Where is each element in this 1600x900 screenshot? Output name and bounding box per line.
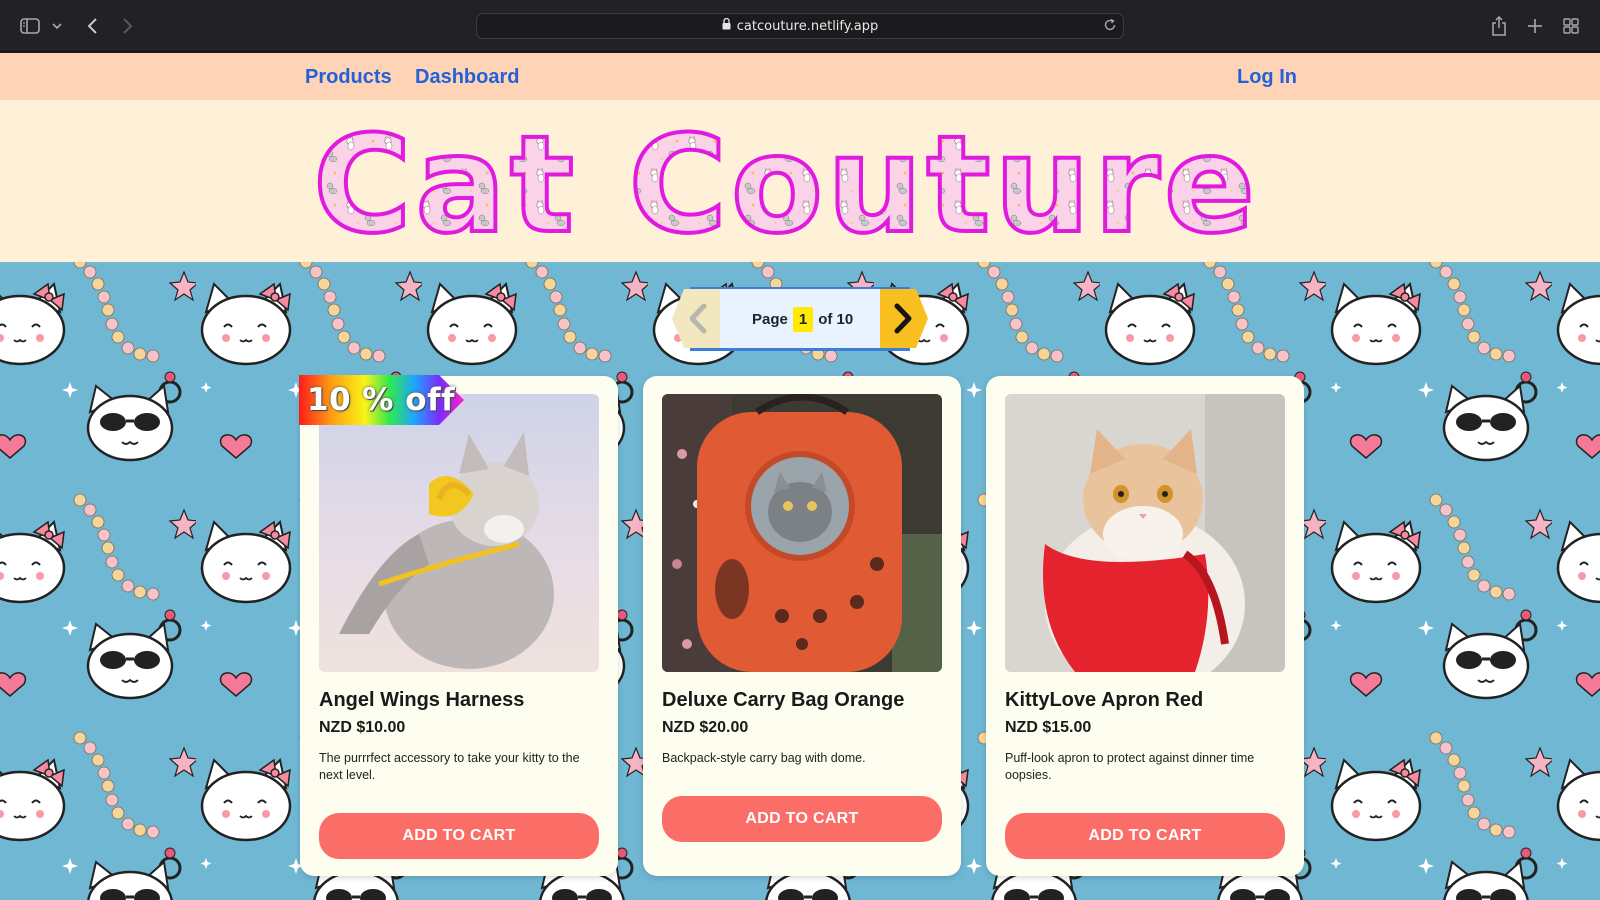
lock-icon — [722, 17, 731, 34]
add-to-cart-button[interactable]: ADD TO CART — [319, 813, 599, 859]
discount-badge: 10 % off — [299, 375, 464, 425]
pagination-label: Page 1 of 10 — [752, 305, 853, 333]
nav-dashboard-link[interactable]: Dashboard — [415, 66, 519, 89]
product-image-carry-bag[interactable] — [662, 394, 942, 672]
browser-toolbar: catcouture.netlify.app — [0, 0, 1600, 52]
discount-text: 10 % off — [307, 382, 456, 418]
product-name[interactable]: Deluxe Carry Bag Orange — [662, 689, 904, 712]
logo-text: Cat Couture — [313, 107, 1259, 262]
add-to-cart-button[interactable]: ADD TO CART — [1005, 813, 1285, 859]
back-arrow-icon[interactable] — [82, 14, 102, 38]
forward-arrow-icon[interactable] — [118, 14, 138, 38]
logo[interactable]: Cat Couture — [0, 100, 1600, 262]
product-description: Puff-look apron to protect against dinne… — [1005, 751, 1255, 782]
nav-login-link[interactable]: Log In — [1237, 66, 1297, 89]
current-page: 1 — [792, 306, 814, 332]
product-image-harness[interactable] — [319, 394, 599, 672]
product-name[interactable]: Angel Wings Harness — [319, 689, 524, 712]
product-description: Backpack-style carry bag with dome. — [662, 751, 866, 765]
site-header: Cat Couture — [0, 100, 1600, 262]
product-price: NZD $15.00 — [1005, 719, 1092, 736]
product-description: The purrrfect accessory to take your kit… — [319, 751, 580, 782]
product-card: KittyLove Apron Red NZD $15.00 Puff-look… — [986, 376, 1304, 876]
tab-overview-icon[interactable] — [1560, 14, 1582, 38]
add-to-cart-button[interactable]: ADD TO CART — [662, 796, 942, 842]
product-card: Angel Wings Harness NZD $10.00 The purrr… — [300, 376, 618, 876]
product-price: NZD $10.00 — [319, 719, 406, 736]
nav-products-link[interactable]: Products — [305, 66, 392, 89]
address-bar[interactable]: catcouture.netlify.app — [476, 13, 1124, 39]
next-page-button[interactable] — [880, 289, 928, 348]
reload-icon[interactable] — [1103, 18, 1117, 36]
product-card: Deluxe Carry Bag Orange NZD $20.00 Backp… — [643, 376, 961, 876]
page-prefix: Page — [752, 310, 788, 328]
url-text: catcouture.netlify.app — [736, 18, 879, 34]
product-price: NZD $20.00 — [662, 719, 749, 736]
share-icon[interactable] — [1488, 14, 1510, 38]
prev-page-button[interactable] — [672, 289, 720, 348]
new-tab-icon[interactable] — [1524, 14, 1546, 38]
site-navbar: Products Dashboard Log In — [0, 53, 1600, 100]
sidebar-icon[interactable] — [18, 14, 42, 38]
page-suffix: of 10 — [818, 310, 854, 328]
pagination: Page 1 of 10 — [672, 287, 928, 351]
product-name[interactable]: KittyLove Apron Red — [1005, 689, 1203, 712]
chevron-down-icon[interactable] — [50, 14, 64, 38]
product-image-apron[interactable] — [1005, 394, 1285, 672]
